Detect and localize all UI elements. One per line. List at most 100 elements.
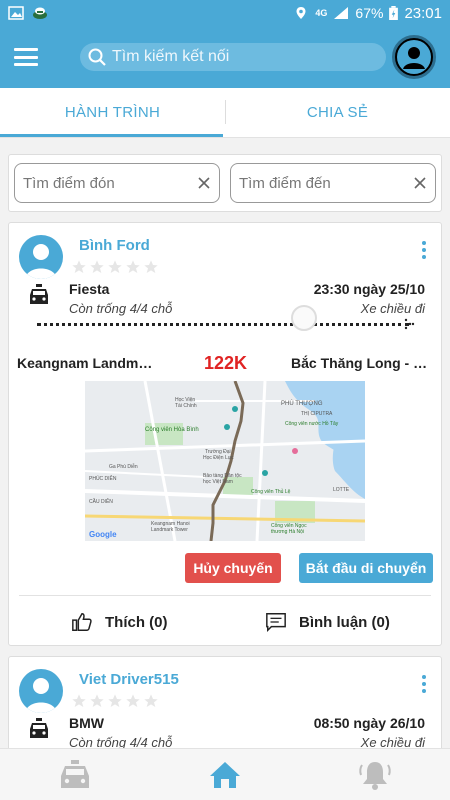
vehicle-model: Fiesta xyxy=(69,281,110,297)
tab-bar: HÀNH TRÌNH CHIA SẺ xyxy=(0,88,450,138)
touch-indicator xyxy=(291,305,317,331)
svg-text:PHÚ THƯỢNG: PHÚ THƯỢNG xyxy=(281,400,323,407)
profile-avatar[interactable] xyxy=(392,35,436,79)
tab-journey-label: HÀNH TRÌNH xyxy=(64,104,161,121)
svg-text:PHÚC DIỄN: PHÚC DIỄN xyxy=(89,475,117,482)
bottom-navigation xyxy=(0,748,450,800)
tab-share[interactable]: CHIA SẺ xyxy=(225,88,450,137)
menu-icon[interactable] xyxy=(14,48,38,66)
cancel-trip-button[interactable]: Hủy chuyến xyxy=(185,553,281,583)
route-map[interactable]: PHÚ THƯỢNG Học Viện Tài Chính THỊ CIPUTR… xyxy=(85,381,365,541)
more-options-icon[interactable] xyxy=(421,241,427,259)
svg-text:Landmark Tower: Landmark Tower xyxy=(151,527,188,533)
tab-share-label: CHIA SẺ xyxy=(306,104,369,121)
like-button[interactable]: Thích (0) xyxy=(71,607,168,637)
arrow-right-icon xyxy=(404,318,415,330)
trip-card: Bình Ford Fiesta Còn trống 4/4 chỗ 23:30… xyxy=(8,222,442,646)
dropoff-field[interactable] xyxy=(230,163,436,203)
svg-text:học Việt Nam: học Việt Nam xyxy=(203,479,233,485)
nav-trips[interactable] xyxy=(0,749,150,800)
trip-price: 122K xyxy=(204,353,248,373)
star-icon xyxy=(72,694,86,707)
seat-availability: Còn trống 4/4 chỗ xyxy=(69,735,173,748)
search-bar[interactable] xyxy=(80,43,386,71)
pickup-field[interactable] xyxy=(14,163,220,203)
svg-text:Công viên Thủ Lệ: Công viên Thủ Lệ xyxy=(251,488,291,495)
card-divider xyxy=(19,595,431,596)
battery-icon xyxy=(389,6,399,20)
star-icon xyxy=(108,260,122,273)
taxi-icon xyxy=(61,759,89,788)
star-icon xyxy=(72,260,86,273)
clock: 23:01 xyxy=(404,4,442,22)
trip-direction: Xe chiều đi xyxy=(360,301,425,316)
user-icon xyxy=(397,40,431,74)
driver-name[interactable]: Bình Ford xyxy=(79,237,150,254)
destination-place: Bắc Thăng Long - Nội Bài xyxy=(291,355,433,371)
comment-button[interactable]: Bình luận (0) xyxy=(265,607,390,637)
signal-icon xyxy=(334,7,349,19)
status-bar: 4G 67% 23:01 xyxy=(0,0,450,26)
svg-text:Công viên Hòa Bình: Công viên Hòa Bình xyxy=(145,427,199,433)
location-icon xyxy=(296,7,306,19)
rating-stars xyxy=(71,693,159,709)
svg-text:Công viên nước Hồ Tây: Công viên nước Hồ Tây xyxy=(285,421,339,427)
start-trip-button[interactable]: Bắt đầu di chuyển xyxy=(299,553,433,583)
network-type: 4G xyxy=(315,8,328,18)
svg-text:Google: Google xyxy=(89,530,117,539)
taxi-icon xyxy=(30,718,48,738)
comment-icon xyxy=(266,613,286,633)
trip-direction: Xe chiều đi xyxy=(360,735,425,748)
user-icon xyxy=(25,244,57,279)
like-count: Thích (0) xyxy=(105,613,168,631)
clear-pickup-icon[interactable] xyxy=(197,176,211,190)
departure-time: 08:50 ngày 26/10 xyxy=(313,715,425,731)
seat-availability: Còn trống 4/4 chỗ xyxy=(69,301,173,316)
svg-text:Tài Chính: Tài Chính xyxy=(175,403,197,409)
star-icon xyxy=(90,260,104,273)
svg-text:THỊ CIPUTRA: THỊ CIPUTRA xyxy=(301,411,333,417)
user-icon xyxy=(25,678,57,713)
driver-name[interactable]: Viet Driver515 xyxy=(79,671,179,688)
star-icon xyxy=(90,694,104,707)
svg-text:LOTTE: LOTTE xyxy=(333,487,350,493)
origin-place: Keangnam Landmark 72 xyxy=(17,355,159,371)
vehicle-model: BMW xyxy=(69,715,104,731)
trip-list[interactable]: Bình Ford Fiesta Còn trống 4/4 chỗ 23:30… xyxy=(0,138,450,748)
star-icon xyxy=(144,260,158,273)
departure-time: 23:30 ngày 25/10 xyxy=(313,281,425,297)
svg-text:Học Điện Lực: Học Điện Lực xyxy=(203,455,234,461)
trip-card: Viet Driver515 BMW Còn trống 4/4 chỗ 08:… xyxy=(8,656,442,748)
star-icon xyxy=(144,694,158,707)
thumbs-up-icon xyxy=(72,613,92,631)
app-bar xyxy=(0,26,450,88)
driver-avatar[interactable] xyxy=(19,669,63,713)
location-filter xyxy=(8,154,442,212)
svg-text:Ga Phú Diễn: Ga Phú Diễn xyxy=(109,463,138,470)
more-options-icon[interactable] xyxy=(421,675,427,693)
taxi-icon xyxy=(30,284,48,304)
home-icon xyxy=(210,761,240,788)
star-icon xyxy=(108,694,122,707)
search-icon xyxy=(88,48,106,66)
rating-stars xyxy=(71,259,159,275)
app-notification-icon xyxy=(33,7,47,19)
nav-home[interactable] xyxy=(150,749,300,800)
image-icon xyxy=(8,6,24,20)
map-graphic: PHÚ THƯỢNG Học Viện Tài Chính THỊ CIPUTR… xyxy=(85,381,365,541)
bell-icon xyxy=(359,761,391,790)
comment-count: Bình luận (0) xyxy=(299,613,390,631)
svg-text:CẦU DIỄN: CẦU DIỄN xyxy=(89,498,113,505)
driver-avatar[interactable] xyxy=(19,235,63,279)
battery-percent: 67% xyxy=(355,5,384,21)
clear-dropoff-icon[interactable] xyxy=(413,176,427,190)
pickup-input[interactable] xyxy=(23,174,183,192)
dropoff-input[interactable] xyxy=(239,174,399,192)
tab-journey[interactable]: HÀNH TRÌNH xyxy=(0,88,225,137)
svg-text:thương Hà Nội: thương Hà Nội xyxy=(271,529,304,535)
search-input[interactable] xyxy=(112,48,372,66)
star-icon xyxy=(126,260,140,273)
star-icon xyxy=(126,694,140,707)
nav-notifications[interactable] xyxy=(300,749,450,800)
route-line xyxy=(37,323,409,326)
